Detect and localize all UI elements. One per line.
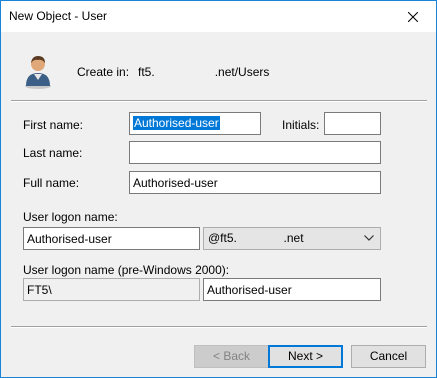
cancel-button[interactable]: Cancel bbox=[351, 345, 426, 368]
separator-top bbox=[11, 100, 427, 102]
pre2000-domain-field bbox=[23, 278, 200, 301]
close-button[interactable] bbox=[390, 1, 436, 32]
first-name-input[interactable]: Authorised-user bbox=[129, 112, 261, 135]
create-in-label: Create in: bbox=[77, 65, 130, 79]
last-name-input[interactable] bbox=[129, 141, 381, 164]
domain-suffix-dropdown[interactable]: @ft5. .net bbox=[203, 227, 381, 250]
initials-label: Initials: bbox=[282, 118, 320, 132]
title-bar[interactable]: New Object - User bbox=[1, 1, 436, 32]
domain-suffix-value: @ft5. .net bbox=[208, 231, 304, 245]
next-button[interactable]: Next > bbox=[268, 345, 343, 368]
full-name-input[interactable] bbox=[129, 171, 381, 194]
create-in-path: ft5. .net/Users bbox=[138, 65, 270, 79]
chevron-down-icon bbox=[364, 235, 374, 241]
last-name-label: Last name: bbox=[23, 146, 83, 160]
separator-bottom bbox=[11, 326, 427, 328]
first-name-label: First name: bbox=[23, 118, 84, 132]
logon-name-input[interactable] bbox=[23, 227, 200, 250]
window-title: New Object - User bbox=[9, 9, 108, 23]
first-name-value: Authorised-user bbox=[133, 116, 220, 130]
initials-input[interactable] bbox=[324, 112, 381, 135]
logon-name-label: User logon name: bbox=[23, 210, 118, 224]
pre2000-label: User logon name (pre-Windows 2000): bbox=[23, 263, 230, 277]
pre2000-name-input[interactable] bbox=[203, 278, 381, 301]
full-name-label: Full name: bbox=[23, 176, 80, 190]
user-icon bbox=[25, 56, 51, 89]
close-icon bbox=[408, 11, 418, 22]
back-button[interactable]: < Back bbox=[194, 345, 269, 368]
dialog-window: New Object - User Create in: ft5. .net/U… bbox=[0, 0, 437, 378]
